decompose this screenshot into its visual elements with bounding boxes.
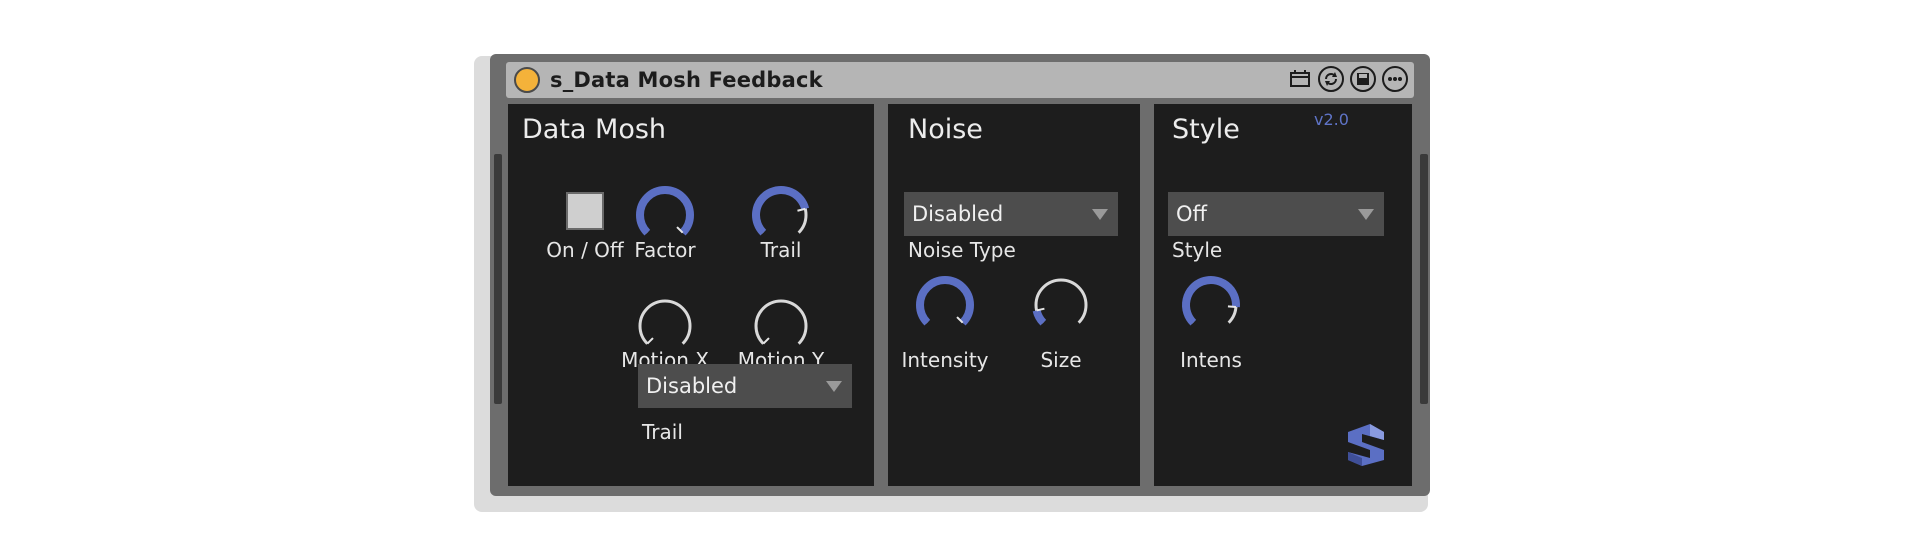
knob-needle bbox=[646, 337, 654, 345]
trail-dropdown[interactable]: Disabled bbox=[638, 364, 852, 408]
save-icon[interactable] bbox=[1350, 66, 1376, 92]
chevron-down-icon bbox=[826, 381, 842, 392]
style-dropdown[interactable]: Off bbox=[1168, 192, 1384, 236]
titlebar-icons bbox=[1288, 66, 1408, 92]
style-label: Style bbox=[1172, 238, 1223, 262]
intens-label: Intens bbox=[1180, 348, 1242, 372]
style-title: Style bbox=[1172, 114, 1240, 145]
right-rail bbox=[1420, 154, 1428, 404]
knob-value-arc bbox=[916, 276, 974, 326]
style-panel: Style v2.0 Off Style Intens bbox=[1154, 104, 1412, 486]
device-titlebar: s_Data Mosh Feedback bbox=[506, 62, 1414, 98]
brand-logo-icon bbox=[1348, 424, 1384, 466]
chevron-down-icon bbox=[1092, 209, 1108, 220]
knob-value-arc bbox=[1182, 276, 1240, 326]
knob-value-arc bbox=[1032, 309, 1047, 326]
version-label: v2.0 bbox=[1314, 110, 1349, 129]
intensity-label: Intensity bbox=[901, 348, 989, 372]
intens-knob[interactable] bbox=[1176, 270, 1246, 340]
on-off-toggle[interactable] bbox=[566, 192, 604, 230]
data-mosh-panel: Data Mosh On / Off Factor Trail Motion X… bbox=[508, 104, 874, 486]
data-mosh-title: Data Mosh bbox=[522, 114, 667, 145]
calendar-icon[interactable] bbox=[1288, 66, 1312, 92]
noise-type-dropdown[interactable]: Disabled bbox=[904, 192, 1118, 236]
size-label: Size bbox=[1040, 348, 1082, 372]
knob-track bbox=[638, 299, 692, 345]
knob-needle bbox=[1227, 305, 1237, 308]
intensity-knob[interactable] bbox=[910, 270, 980, 340]
device-title: s_Data Mosh Feedback bbox=[550, 68, 823, 92]
knob-track bbox=[1034, 278, 1088, 324]
knob-track bbox=[754, 299, 808, 345]
noise-type-dropdown-value: Disabled bbox=[912, 202, 1004, 226]
noise-title: Noise bbox=[908, 114, 983, 145]
knob-value-arc bbox=[636, 186, 694, 236]
left-rail bbox=[494, 154, 502, 404]
noise-type-label: Noise Type bbox=[908, 238, 1016, 262]
device-frame: s_Data Mosh Feedback Data Mosh On / Off … bbox=[490, 54, 1430, 496]
style-dropdown-value: Off bbox=[1176, 202, 1207, 226]
trail-dropdown-label: Trail bbox=[642, 420, 683, 444]
refresh-icon[interactable] bbox=[1318, 66, 1344, 92]
device-power-button[interactable] bbox=[514, 67, 540, 93]
knob-needle bbox=[762, 337, 770, 345]
factor-label: Factor bbox=[634, 238, 696, 262]
chevron-down-icon bbox=[1358, 209, 1374, 220]
trail-knob-label: Trail bbox=[760, 238, 802, 262]
more-icon[interactable] bbox=[1382, 66, 1408, 92]
noise-panel: Noise Disabled Noise Type Intensity Size bbox=[888, 104, 1140, 486]
knob-needle bbox=[797, 207, 806, 212]
trail-dropdown-value: Disabled bbox=[646, 374, 738, 398]
size-knob[interactable] bbox=[1026, 270, 1096, 340]
